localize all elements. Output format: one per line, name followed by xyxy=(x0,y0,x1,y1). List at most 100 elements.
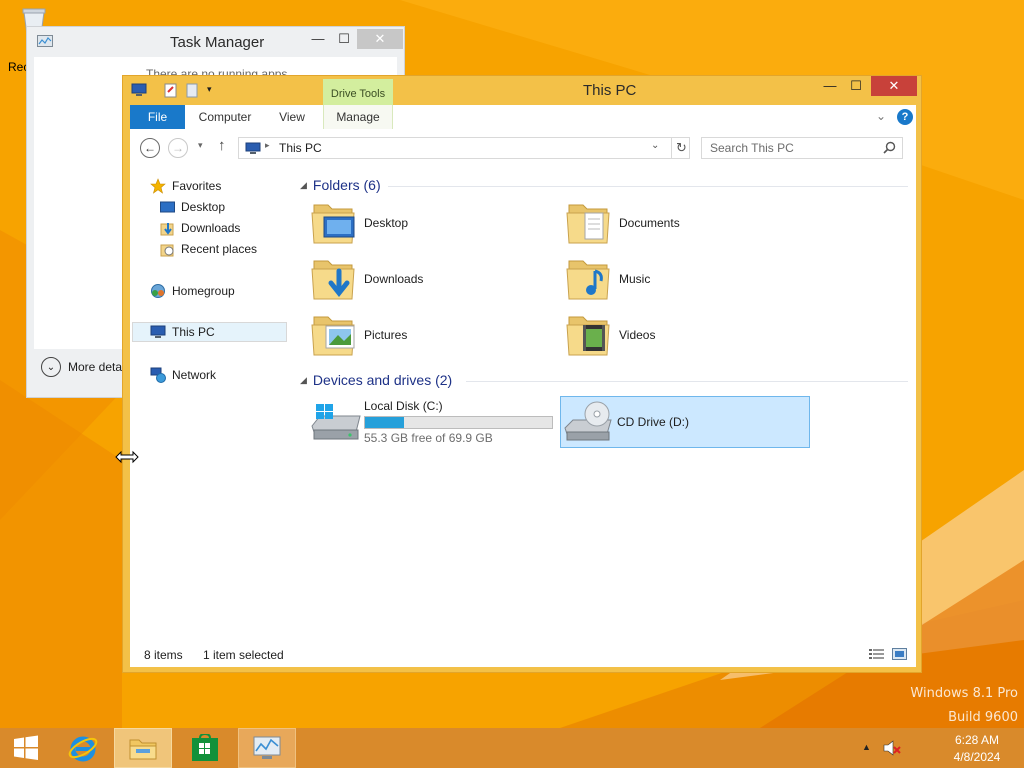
collapse-triangle-icon: ◢ xyxy=(300,374,307,385)
taskbar-file-explorer[interactable] xyxy=(114,728,172,768)
properties-icon[interactable] xyxy=(164,83,178,98)
folder-videos[interactable]: Videos xyxy=(563,309,813,361)
tab-view[interactable]: View xyxy=(262,105,322,129)
drive-cd-d[interactable]: CD Drive (D:) xyxy=(560,396,810,448)
collapse-triangle-icon: ◢ xyxy=(300,179,307,190)
item-count: 8 items xyxy=(144,648,183,662)
recent-locations-icon[interactable]: ▾ xyxy=(198,140,203,151)
start-button[interactable] xyxy=(0,728,52,768)
selection-count: 1 item selected xyxy=(203,648,284,662)
minimize-button[interactable]: — xyxy=(817,76,843,96)
tab-manage[interactable]: Manage xyxy=(323,105,393,129)
desktop-icon xyxy=(160,201,175,212)
search-input[interactable]: Search This PC xyxy=(701,137,903,159)
folder-pictures[interactable]: Pictures xyxy=(308,309,558,361)
expand-ribbon-icon[interactable]: ⌄ xyxy=(876,109,886,123)
group-header-folders[interactable]: ◢ Folders (6) xyxy=(300,177,381,193)
tiles-view-icon[interactable] xyxy=(892,648,907,660)
task-manager-titlebar[interactable]: Task Manager — ☐ ✕ xyxy=(27,27,404,57)
file-list: ◢ Folders (6) Desktop Documents Downloads M… xyxy=(296,167,916,641)
nav-item-favorites[interactable]: Favorites xyxy=(150,176,221,196)
group-header-label: Devices and drives (2) xyxy=(312,372,453,388)
nav-item-label: Homegroup xyxy=(172,284,235,298)
breadcrumb[interactable]: This PC xyxy=(279,141,322,155)
group-divider xyxy=(388,186,908,187)
close-button[interactable]: ✕ xyxy=(357,29,403,49)
nav-item-homegroup[interactable]: Homegroup xyxy=(150,281,235,301)
task-manager-icon xyxy=(253,736,281,759)
more-details-label: More deta xyxy=(68,360,123,374)
file-explorer-icon xyxy=(129,739,157,760)
ribbon-tabs: File Computer View Manage ⌄ ? xyxy=(130,105,916,129)
file-explorer-window[interactable]: ▾ Drive Tools This PC — ☐ ✕ File Compute… xyxy=(122,75,922,673)
tab-file[interactable]: File xyxy=(130,105,185,129)
nav-item-network[interactable]: Network xyxy=(150,365,216,385)
help-icon[interactable]: ? xyxy=(897,109,913,125)
nav-item-recent-places[interactable]: Recent places xyxy=(160,239,257,259)
explorer-title: This PC xyxy=(583,82,637,99)
new-folder-icon[interactable] xyxy=(186,83,198,98)
folder-label: Downloads xyxy=(364,272,424,286)
address-dropdown-icon[interactable]: ⌄ xyxy=(651,140,659,151)
group-header-devices-and-drives[interactable]: ◢ Devices and drives (2) xyxy=(300,372,452,388)
this-pc-icon[interactable] xyxy=(131,83,147,97)
star-icon xyxy=(150,178,166,194)
clock-time[interactable]: 6:28 AM xyxy=(932,733,1022,747)
explorer-titlebar[interactable]: ▾ Drive Tools This PC — ☐ ✕ xyxy=(123,76,921,106)
desktop-folder-icon xyxy=(308,197,364,249)
network-icon xyxy=(150,367,166,383)
taskbar-store[interactable] xyxy=(176,728,234,768)
this-pc-icon xyxy=(150,325,166,338)
taskbar-task-manager[interactable] xyxy=(238,728,296,768)
folder-label: Videos xyxy=(619,328,656,342)
group-header-label: Folders (6) xyxy=(312,177,381,193)
music-folder-icon xyxy=(563,253,619,305)
nav-item-label: Desktop xyxy=(181,200,226,214)
clock-date[interactable]: 4/8/2024 xyxy=(932,750,1022,764)
forward-button[interactable]: → xyxy=(168,138,188,158)
taskbar-internet-explorer[interactable] xyxy=(56,728,110,768)
drive-label: Local Disk (C:) xyxy=(364,399,443,413)
recent-places-icon xyxy=(160,244,174,256)
maximize-button[interactable]: ☐ xyxy=(843,76,869,96)
customize-quick-access-icon[interactable]: ▾ xyxy=(207,84,212,95)
cd-drive-icon xyxy=(561,396,617,448)
volume-muted-icon[interactable] xyxy=(883,740,901,756)
up-button[interactable]: ↑ xyxy=(218,137,226,154)
folder-music[interactable]: Music xyxy=(563,253,813,305)
explorer-content: Favorites Desktop Downloads Recent place… xyxy=(130,167,916,641)
nav-item-label: Downloads xyxy=(181,221,241,235)
nav-item-desktop[interactable]: Desktop xyxy=(160,197,225,217)
search-icon[interactable] xyxy=(883,141,896,154)
nav-item-label: This PC xyxy=(172,325,215,339)
folder-downloads[interactable]: Downloads xyxy=(308,253,558,305)
tab-computer[interactable]: Computer xyxy=(188,105,262,129)
show-hidden-icons-icon[interactable]: ▲ xyxy=(862,742,871,752)
close-button[interactable]: ✕ xyxy=(871,76,917,96)
breadcrumb-arrow-icon[interactable]: ▸ xyxy=(265,140,270,151)
maximize-button[interactable]: ☐ xyxy=(331,29,357,49)
documents-folder-icon xyxy=(563,197,619,249)
downloads-folder-icon xyxy=(308,253,364,305)
status-bar: 8 items 1 item selected xyxy=(130,641,916,667)
folder-documents[interactable]: Documents xyxy=(563,197,813,249)
resize-cursor-icon xyxy=(115,450,139,467)
nav-item-downloads[interactable]: Downloads xyxy=(160,218,240,238)
minimize-button[interactable]: — xyxy=(305,29,331,49)
internet-explorer-icon xyxy=(68,736,98,762)
downloads-icon xyxy=(160,222,174,235)
refresh-button[interactable]: ↻ xyxy=(671,138,691,158)
folder-label: Documents xyxy=(619,216,680,230)
drive-local-disk-c[interactable]: Local Disk (C:) 55.3 GB free of 69.9 GB xyxy=(308,396,558,448)
start-icon xyxy=(14,735,38,760)
back-button[interactable]: ← xyxy=(140,138,160,158)
this-pc-icon xyxy=(245,142,261,154)
more-details-button[interactable]: ⌄ More deta xyxy=(41,357,122,377)
folder-desktop[interactable]: Desktop xyxy=(308,197,558,249)
store-icon xyxy=(192,734,218,761)
search-placeholder: Search This PC xyxy=(710,141,794,155)
nav-item-label: Favorites xyxy=(172,179,222,193)
nav-item-this-pc[interactable]: This PC xyxy=(132,322,287,342)
details-view-icon[interactable] xyxy=(869,648,884,660)
address-bar[interactable]: ▸ This PC ⌄ ↻ xyxy=(238,137,690,159)
